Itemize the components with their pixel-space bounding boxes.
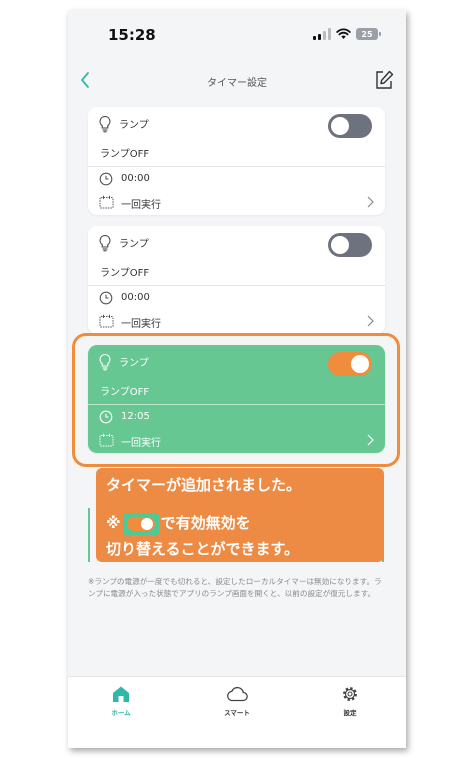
tutorial-callout: タイマーが追加されました。 ※ で有効無効を 切り替えることができます。 bbox=[96, 468, 384, 562]
calendar-icon bbox=[99, 314, 114, 328]
status-icons: 25 bbox=[313, 28, 381, 40]
callout-text-line3: 切り替えることができます。 bbox=[106, 540, 300, 558]
lightbulb-icon bbox=[99, 234, 111, 252]
timer-card[interactable]: ランプ ランプOFF 00:00 一回実行 bbox=[88, 107, 385, 215]
toggle-knob bbox=[331, 236, 349, 254]
clock-icon bbox=[99, 291, 113, 305]
gear-icon bbox=[343, 687, 357, 701]
home-icon bbox=[113, 686, 129, 702]
timer-card-header: ランプ ランプOFF bbox=[88, 226, 385, 286]
wifi-icon bbox=[336, 28, 351, 39]
timer-note: ※ランプの電源が一度でも切れると、設定したローカルタイマーは無効になります。ラン… bbox=[88, 577, 382, 598]
timer-repeat: 一回実行 bbox=[121, 319, 161, 330]
toggle-on-icon bbox=[122, 512, 159, 535]
timer-device-name: ランプ bbox=[119, 120, 149, 131]
chevron-right-icon[interactable] bbox=[365, 195, 375, 209]
tab-label: 設定 bbox=[343, 709, 357, 717]
bottom-tab-bar: ホーム スマート 設定 bbox=[68, 676, 406, 748]
edit-icon[interactable] bbox=[372, 68, 396, 92]
callout-text-line1: タイマーが追加されました。 bbox=[106, 476, 302, 494]
status-bar: 15:28 25 bbox=[68, 10, 406, 58]
tab-settings[interactable]: 設定 bbox=[320, 685, 380, 717]
callout-text-line2: ※ で有効無効を bbox=[106, 512, 251, 535]
timer-card[interactable]: ランプ ランプOFF 00:00 一回実行 bbox=[88, 226, 385, 334]
battery-icon: 25 bbox=[356, 28, 381, 40]
timer-repeat: 一回実行 bbox=[121, 200, 161, 211]
nav-bar: タイマー設定 bbox=[68, 66, 406, 96]
timer-action: ランプOFF bbox=[100, 149, 150, 160]
timer-action: ランプOFF bbox=[100, 268, 150, 279]
timer-enable-toggle[interactable] bbox=[328, 114, 372, 138]
cellular-signal-icon bbox=[313, 28, 331, 40]
calendar-icon bbox=[99, 195, 114, 209]
callout-mark: ※ bbox=[106, 514, 121, 532]
cloud-icon bbox=[227, 686, 248, 702]
highlight-frame bbox=[72, 333, 400, 467]
timer-time: 00:00 bbox=[121, 173, 150, 184]
tab-smart[interactable]: スマート bbox=[207, 685, 267, 717]
add-button-edge bbox=[88, 508, 90, 562]
timer-device-name: ランプ bbox=[119, 239, 149, 250]
timer-time: 00:00 bbox=[121, 292, 150, 303]
tab-label: スマート bbox=[224, 709, 250, 717]
timer-enable-toggle[interactable] bbox=[328, 233, 372, 257]
toggle-knob bbox=[331, 117, 349, 135]
chevron-right-icon[interactable] bbox=[365, 314, 375, 328]
timer-card-header: ランプ ランプOFF bbox=[88, 107, 385, 167]
callout-text-toggle: で有効無効を bbox=[160, 514, 251, 532]
tab-home[interactable]: ホーム bbox=[91, 685, 151, 717]
page-title: タイマー設定 bbox=[207, 78, 267, 89]
status-time: 15:28 bbox=[108, 26, 156, 44]
tab-label: ホーム bbox=[111, 709, 131, 717]
clock-icon bbox=[99, 172, 113, 186]
lightbulb-icon bbox=[99, 115, 111, 133]
